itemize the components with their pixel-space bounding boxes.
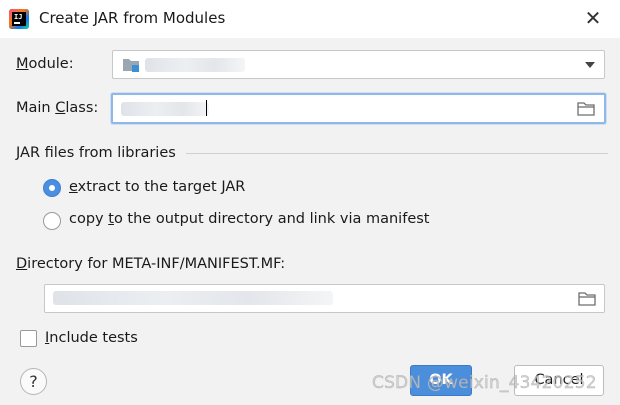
title-bar: IJ Create JAR from Modules ✕ — [0, 0, 620, 38]
extract-option-label[interactable]: extract to the target JAR — [69, 179, 245, 195]
manifest-directory-label: Directory for META-INF/MANIFEST.MF: — [16, 256, 286, 272]
main-class-input[interactable] — [111, 93, 606, 124]
close-icon: ✕ — [584, 6, 602, 30]
dialog-title: Create JAR from Modules — [39, 9, 226, 27]
intellij-idea-icon: IJ — [9, 9, 29, 29]
csdn-watermark: CSDN @weixin_43420252 — [372, 373, 597, 393]
module-folder-icon — [123, 59, 139, 72]
main-class-label: Main Class: — [16, 100, 99, 116]
libraries-section-title: JAR files from libraries — [16, 145, 176, 161]
section-divider — [186, 153, 608, 154]
module-label: Module: — [16, 56, 74, 72]
module-combobox[interactable] — [112, 50, 605, 79]
text-caret — [206, 100, 207, 116]
close-button[interactable]: ✕ — [582, 8, 604, 30]
folder-icon[interactable] — [577, 102, 595, 116]
include-tests-checkbox[interactable] — [20, 330, 37, 347]
extract-radio[interactable] — [43, 179, 61, 197]
folder-icon[interactable] — [578, 292, 596, 306]
module-value-redacted — [145, 58, 245, 72]
include-tests-label[interactable]: Include tests — [45, 330, 138, 346]
help-button[interactable]: ? — [20, 368, 47, 395]
copy-radio[interactable] — [43, 212, 61, 230]
chevron-down-icon[interactable] — [585, 62, 595, 68]
manifest-directory-input[interactable] — [44, 284, 605, 313]
create-jar-dialog: IJ Create JAR from Modules ✕ Module: Mai… — [0, 0, 620, 405]
copy-option-label[interactable]: copy to the output directory and link vi… — [69, 211, 429, 227]
help-icon: ? — [29, 372, 38, 391]
main-class-value-redacted — [121, 102, 209, 116]
manifest-value-redacted — [53, 291, 333, 305]
